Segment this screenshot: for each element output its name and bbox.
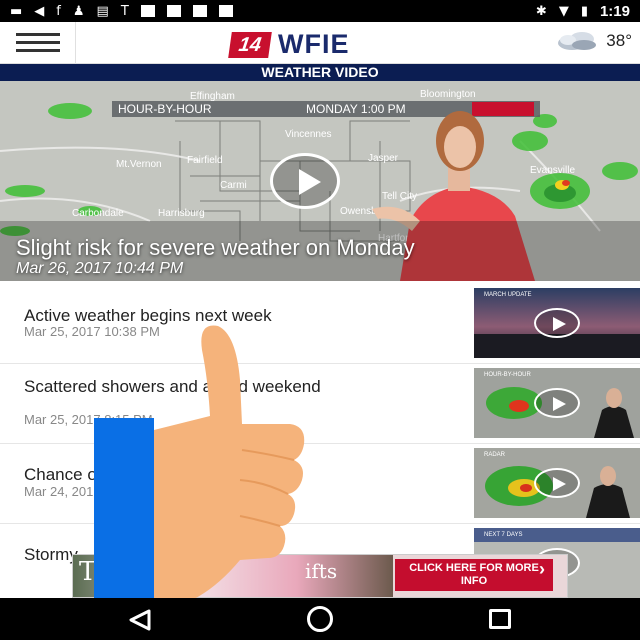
battery-icon: ▮	[580, 3, 588, 19]
cast-icon: ▤	[96, 3, 109, 19]
system-icons: ✱ ▼ ▮ 1:19	[536, 3, 630, 20]
map-label: Mt.Vernon	[116, 159, 162, 170]
featured-video[interactable]: HOUR-BY-HOUR MONDAY 1:00 PM Effingham Bl…	[0, 81, 640, 281]
navigation-icon: ◀	[34, 3, 45, 19]
video-thumbnail[interactable]: MARCH UPDATE	[474, 288, 640, 358]
weather-widget[interactable]: 38°	[554, 30, 632, 52]
box-icon	[140, 5, 155, 17]
wifi-icon: ▼	[558, 3, 569, 19]
video-thumbnail[interactable]: HOUR-BY-HOUR	[474, 368, 640, 438]
map-label: Carmi	[220, 180, 247, 191]
station-logo[interactable]: 14 WFIE	[228, 29, 350, 60]
notification-icons: ▬ ◀ f ♟ ▤ T	[10, 5, 233, 18]
back-icon[interactable]	[127, 608, 153, 632]
recents-icon[interactable]	[489, 609, 511, 629]
home-icon[interactable]	[307, 606, 333, 632]
ad-cta-button[interactable]: CLICK HERE FOR MORE INFO ›	[395, 559, 553, 591]
map-label: Bloomington	[420, 89, 476, 100]
hero-date: Mar 26, 2017 10:44 PM	[16, 260, 184, 277]
map-label: Carbondale	[72, 208, 124, 219]
hamburger-icon-line	[15, 41, 60, 44]
map-label: Effingham	[190, 91, 235, 102]
facebook-icon: f	[56, 3, 61, 19]
video-thumbnail[interactable]: RADAR	[474, 448, 640, 518]
box-icon	[192, 5, 207, 17]
section-title: WEATHER VIDEO	[0, 64, 640, 81]
thumbs-up-icon	[94, 325, 305, 610]
map-label: Fairfield	[187, 155, 223, 166]
box-icon	[166, 5, 181, 17]
ad-cta-label: CLICK HERE FOR MORE INFO	[409, 562, 539, 587]
map-label: Jasper	[368, 153, 399, 164]
bluetooth-icon: ✱	[535, 3, 547, 19]
hamburger-icon-line	[15, 33, 60, 36]
map-label: Harrisburg	[158, 208, 205, 219]
box-icon	[218, 5, 233, 17]
map-label: Tell City	[382, 191, 417, 202]
t-icon: T	[120, 3, 129, 19]
chevron-right-icon: ›	[539, 559, 545, 579]
hero-overlay-right: MONDAY 1:00 PM	[306, 102, 406, 116]
hero-overlay-left: HOUR-BY-HOUR	[118, 102, 212, 116]
bulb-icon: ♟	[72, 3, 85, 19]
app-header: 14 WFIE 38°	[0, 21, 640, 64]
status-bar: ▬ ◀ f ♟ ▤ T ✱ ▼ ▮ 1:19	[0, 0, 640, 22]
play-icon[interactable]	[534, 308, 580, 338]
map-label: Evansville	[530, 165, 575, 176]
thumb-caption: RADAR	[484, 452, 506, 458]
play-icon[interactable]	[534, 388, 580, 418]
temperature: 38°	[606, 31, 632, 50]
message-icon: ▬	[10, 3, 23, 19]
clock: 1:19	[599, 2, 630, 20]
menu-button[interactable]	[0, 21, 76, 64]
play-button[interactable]	[270, 153, 340, 209]
hamburger-icon-line	[15, 49, 60, 52]
cloud-icon	[558, 32, 597, 50]
logo-badge: 14	[228, 31, 272, 58]
logo-text: WFIE	[278, 29, 350, 59]
thumb-caption: MARCH UPDATE	[484, 292, 532, 298]
thumb-caption: NEXT 7 DAYS	[484, 532, 523, 538]
hero-headline[interactable]: Slight risk for severe weather on Monday	[16, 235, 415, 261]
thumb-caption: HOUR-BY-HOUR	[484, 372, 531, 378]
map-label: Vincennes	[285, 129, 332, 140]
navigation-bar	[0, 598, 640, 640]
play-icon[interactable]	[534, 468, 580, 498]
